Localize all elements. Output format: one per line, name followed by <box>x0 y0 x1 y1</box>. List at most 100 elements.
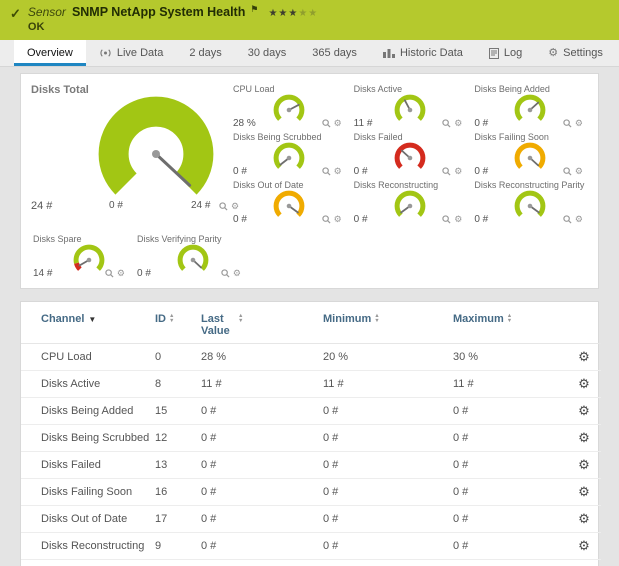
gauge-dial <box>514 142 546 174</box>
zoom-icon[interactable] <box>221 269 230 278</box>
channel-last-value: 11 # <box>197 371 319 398</box>
zoom-icon[interactable] <box>105 269 114 278</box>
channel-settings-gear-icon[interactable]: ⚙ <box>578 538 590 553</box>
gear-icon[interactable]: ⚙ <box>233 268 241 279</box>
zoom-icon[interactable] <box>442 215 451 224</box>
gear-icon[interactable]: ⚙ <box>575 166 583 177</box>
zoom-icon[interactable] <box>322 215 331 224</box>
zoom-icon[interactable] <box>322 167 331 176</box>
table-row: Disks Reconstructing90 #0 #0 #⚙ <box>21 533 601 560</box>
zoom-icon[interactable] <box>442 167 451 176</box>
gauges-panel: Disks Total 0 # 24 # 24 # ⚙ CPU Load28 %… <box>20 73 599 289</box>
gauge-actions: ⚙ <box>442 214 462 225</box>
gear-icon[interactable]: ⚙ <box>334 118 342 129</box>
gear-icon[interactable]: ⚙ <box>334 166 342 177</box>
channel-name: Disks Reconstructing P... <box>21 560 151 566</box>
flag-icon[interactable]: ⚑ <box>250 4 258 15</box>
column-header-channel[interactable]: Channel▼ <box>21 302 151 344</box>
tab-overview[interactable]: Overview <box>14 40 86 66</box>
channel-last-value: 28 % <box>197 344 319 371</box>
column-label: ID <box>155 313 166 325</box>
stars-empty: ★★ <box>298 8 318 19</box>
table-row: Disks Being Scrubbed120 #0 #0 #⚙ <box>21 425 601 452</box>
historic-data-chart-icon <box>383 48 395 58</box>
zoom-icon[interactable] <box>219 202 228 211</box>
tab-historic-data[interactable]: Historic Data <box>370 40 476 66</box>
channel-name: Disks Failing Soon <box>21 479 151 506</box>
gauge-min-label: 0 # <box>109 200 123 211</box>
channel-id: 15 <box>151 398 197 425</box>
channel-maximum: 0 # <box>449 533 567 560</box>
zoom-icon[interactable] <box>563 167 572 176</box>
channel-table: Channel▼ ID▲▼ Last Value▲▼ Minimum▲▼ Max… <box>21 302 601 566</box>
channel-id: 0 <box>151 344 197 371</box>
channel-last-value: 0 # <box>197 506 319 533</box>
gauge-disks-failed: Disks Failed0 #⚙ <box>352 132 473 180</box>
tab-log[interactable]: Log <box>476 40 535 66</box>
sort-desc-icon: ▼ <box>238 319 243 324</box>
zoom-icon[interactable] <box>563 215 572 224</box>
gear-icon[interactable]: ⚙ <box>575 214 583 225</box>
channel-settings-gear-icon[interactable]: ⚙ <box>578 349 590 364</box>
gear-icon[interactable]: ⚙ <box>117 268 125 279</box>
gauge-value: 14 # <box>33 268 52 279</box>
gauge-actions: ⚙ <box>563 118 583 129</box>
tab-label: Live Data <box>117 47 163 59</box>
channel-minimum: 0 # <box>319 533 449 560</box>
gauge-dial <box>73 244 105 276</box>
gauge-dial <box>394 94 426 126</box>
channel-settings-gear-icon[interactable]: ⚙ <box>578 484 590 499</box>
column-header-minimum[interactable]: Minimum▲▼ <box>319 302 449 344</box>
gauge-label: Disks Total <box>31 84 89 96</box>
channel-id: 13 <box>151 452 197 479</box>
priority-stars[interactable]: ★★★★★ <box>268 8 318 19</box>
small-gauges-grid: CPU Load28 %⚙Disks Active11 #⚙Disks Bein… <box>231 84 593 228</box>
gauge-label: Disks Verifying Parity <box>137 234 222 244</box>
channel-maximum: 11 # <box>449 371 567 398</box>
zoom-icon[interactable] <box>322 119 331 128</box>
zoom-icon[interactable] <box>442 119 451 128</box>
channel-settings-gear-icon[interactable]: ⚙ <box>578 376 590 391</box>
column-header-maximum[interactable]: Maximum▲▼ <box>449 302 567 344</box>
live-data-icon <box>99 48 112 58</box>
sensor-title: SNMP NetApp System Health <box>72 5 245 19</box>
table-row: Disks Reconstructing P...100 #0 #0 #⚙ <box>21 560 601 566</box>
channel-name: Disks Being Scrubbed <box>21 425 151 452</box>
channel-minimum: 20 % <box>319 344 449 371</box>
gauge-max-label: 24 # <box>191 200 210 211</box>
table-row: Disks Active811 #11 #11 #⚙ <box>21 371 601 398</box>
channel-settings-cell: ⚙ <box>567 533 601 560</box>
channel-id: 9 <box>151 533 197 560</box>
tab-365-days[interactable]: 365 days <box>299 40 370 66</box>
channel-minimum: 0 # <box>319 425 449 452</box>
gauge-value: 0 # <box>354 166 368 177</box>
channel-minimum: 0 # <box>319 506 449 533</box>
tab-2-days[interactable]: 2 days <box>176 40 234 66</box>
content-area: Disks Total 0 # 24 # 24 # ⚙ CPU Load28 %… <box>0 67 619 566</box>
gauge-label: Disks Being Added <box>474 84 550 94</box>
channel-name: Disks Reconstructing <box>21 533 151 560</box>
channel-settings-gear-icon[interactable]: ⚙ <box>578 430 590 445</box>
tab-settings[interactable]: ⚙ Settings <box>535 40 616 66</box>
tab-label: 365 days <box>312 47 357 59</box>
column-header-id[interactable]: ID▲▼ <box>151 302 197 344</box>
gear-icon[interactable]: ⚙ <box>454 166 462 177</box>
gear-icon[interactable]: ⚙ <box>454 214 462 225</box>
sort-arrows-icon: ▲▼ <box>169 314 174 324</box>
gear-icon[interactable]: ⚙ <box>575 118 583 129</box>
tab-30-days[interactable]: 30 days <box>235 40 300 66</box>
gauge-value: 11 # <box>354 118 373 129</box>
gear-icon[interactable]: ⚙ <box>334 214 342 225</box>
sort-desc-icon: ▼ <box>374 319 379 324</box>
channel-settings-gear-icon[interactable]: ⚙ <box>578 403 590 418</box>
tab-bar: Overview Live Data 2 days 30 days 365 da… <box>0 40 619 67</box>
tab-live-data[interactable]: Live Data <box>86 40 176 66</box>
gear-icon[interactable]: ⚙ <box>454 118 462 129</box>
channel-settings-gear-icon[interactable]: ⚙ <box>578 457 590 472</box>
ok-check-icon: ✓ <box>10 6 21 40</box>
channel-settings-gear-icon[interactable]: ⚙ <box>578 511 590 526</box>
channel-settings-cell: ⚙ <box>567 560 601 566</box>
column-header-last-value[interactable]: Last Value▲▼ <box>197 302 319 344</box>
zoom-icon[interactable] <box>563 119 572 128</box>
gauge-label: Disks Active <box>354 84 403 94</box>
